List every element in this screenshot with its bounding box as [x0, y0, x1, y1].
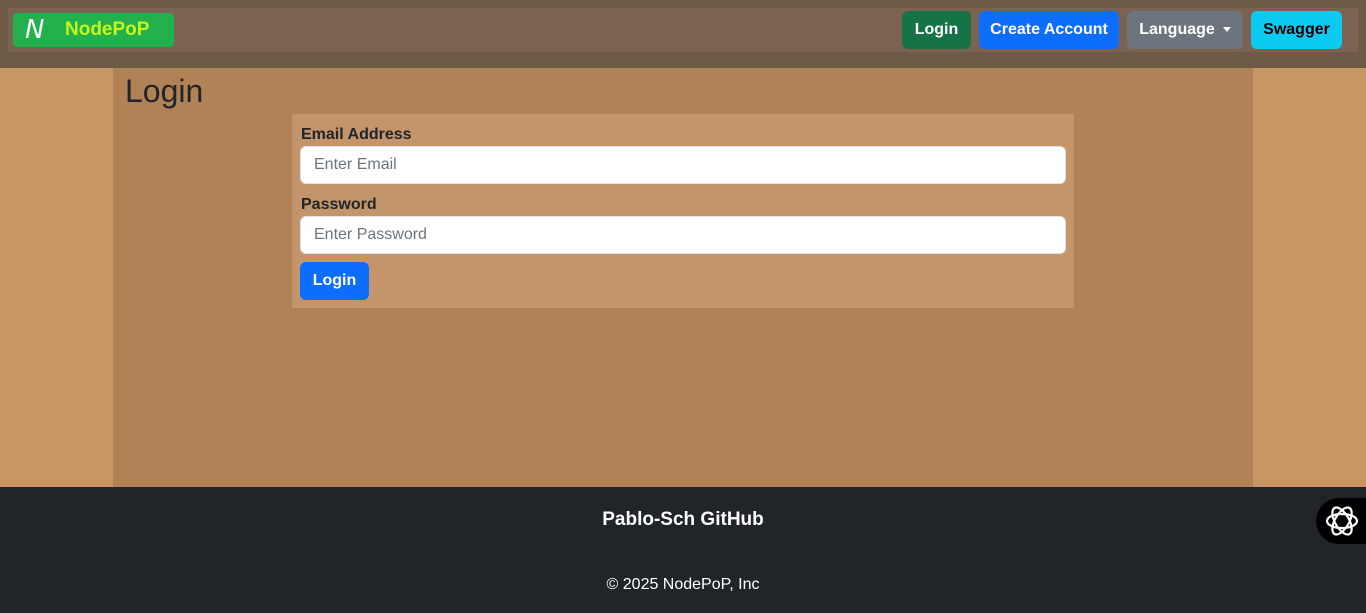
login-submit-button[interactable]: Login [300, 262, 369, 300]
brand-name: NodePoP [65, 19, 150, 40]
nav-login-button[interactable]: Login [902, 11, 971, 49]
language-label: Language [1139, 21, 1215, 38]
brand-logo-icon: N [25, 15, 45, 45]
password-field[interactable] [300, 216, 1066, 254]
brand-link[interactable]: N NodePoP [13, 13, 174, 47]
email-field[interactable] [300, 146, 1066, 184]
email-label: Email Address [301, 126, 412, 143]
copyright-text: © 2025 NodePoP, Inc [606, 576, 760, 593]
login-form: Email Address Password Login [292, 114, 1074, 308]
page-title: Login [125, 73, 204, 109]
github-link[interactable]: Pablo-Sch GitHub [0, 509, 1366, 531]
caret-down-icon [1222, 26, 1231, 32]
swagger-button[interactable]: Swagger [1251, 11, 1342, 49]
create-account-button[interactable]: Create Account [979, 11, 1119, 49]
openai-logo-icon [1325, 506, 1359, 536]
footer: Pablo-Sch GitHub © 2025 NodePoP, Inc [0, 487, 1366, 613]
password-label: Password [301, 196, 377, 213]
main-content: Login Email Address Password Login [113, 68, 1253, 487]
language-dropdown[interactable]: Language [1127, 11, 1243, 49]
assistant-widget[interactable] [1316, 498, 1366, 544]
